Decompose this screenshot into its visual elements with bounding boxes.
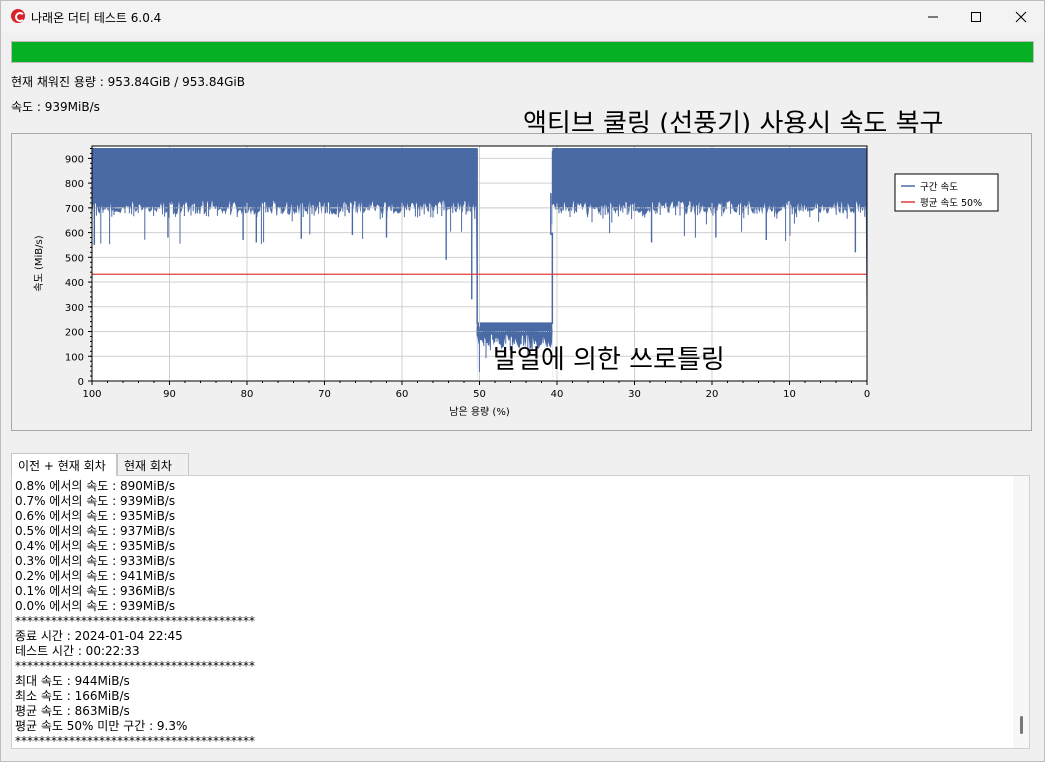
log-line: 종료 시간 : 2024-01-04 22:45 xyxy=(15,629,183,643)
y-axis-label: 속도 (MiB/s) xyxy=(33,235,45,291)
x-tick-label: 60 xyxy=(396,389,409,400)
y-tick-label: 300 xyxy=(65,303,84,314)
close-icon xyxy=(1015,11,1027,23)
y-tick-label: 800 xyxy=(65,179,84,190)
speed-floor-mask xyxy=(92,200,478,381)
x-tick-label: 50 xyxy=(473,389,486,400)
maximize-icon xyxy=(971,12,981,22)
log-line: 0.7% 에서의 속도 : 939MiB/s xyxy=(15,494,176,508)
y-tick-label: 0 xyxy=(78,377,84,388)
chart-legend: 구간 속도평균 속도 50% xyxy=(894,173,999,212)
title-bar[interactable]: 나래온 더티 테스트 6.0.4 xyxy=(1,1,1044,33)
log-line: 최대 속도 : 944MiB/s xyxy=(15,674,130,688)
x-tick-label: 40 xyxy=(551,389,564,400)
progress-fill xyxy=(12,42,1033,62)
log-scroll-thumb[interactable] xyxy=(1020,716,1023,734)
test-progress-bar xyxy=(11,41,1034,63)
log-line: 0.6% 에서의 속도 : 935MiB/s xyxy=(15,509,176,523)
log-line: 테스트 시간 : 00:22:33 xyxy=(15,644,140,658)
tab-previous-and-current[interactable]: 이전 + 현재 회차 xyxy=(11,453,117,476)
x-tick-label: 100 xyxy=(82,389,101,400)
log-line: **************************************** xyxy=(15,659,255,673)
x-tick-label: 70 xyxy=(318,389,331,400)
close-button[interactable] xyxy=(998,1,1044,33)
log-textbox[interactable]: 0.8% 에서의 속도 : 890MiB/s 0.7% 에서의 속도 : 939M… xyxy=(11,475,1030,749)
log-line: 최소 속도 : 166MiB/s xyxy=(15,689,130,703)
y-tick-label: 900 xyxy=(65,154,84,165)
y-tick-label: 200 xyxy=(65,328,84,339)
x-tick-label: 20 xyxy=(706,389,719,400)
log-line: **************************************** xyxy=(15,734,255,748)
x-tick-label: 10 xyxy=(783,389,796,400)
log-line: 평균 속도 50% 미만 구간 : 9.3% xyxy=(15,719,188,733)
tab-current[interactable]: 현재 회차 xyxy=(117,453,189,475)
log-lines: 0.8% 에서의 속도 : 890MiB/s 0.7% 에서의 속도 : 939M… xyxy=(15,479,255,748)
x-tick-label: 0 xyxy=(864,389,870,400)
speed-label: 속도 : 939MiB/s xyxy=(11,100,100,114)
y-tick-label: 700 xyxy=(65,204,84,215)
y-tick-label: 100 xyxy=(65,352,84,363)
log-line: 0.3% 에서의 속도 : 933MiB/s xyxy=(15,554,176,568)
log-line: 0.5% 에서의 속도 : 937MiB/s xyxy=(15,524,176,538)
window-title: 나래온 더티 테스트 6.0.4 xyxy=(31,11,162,25)
log-line: 0.8% 에서의 속도 : 890MiB/s xyxy=(15,479,176,493)
annotation-throttling: 발열에 의한 쓰로틀링 xyxy=(493,345,725,375)
y-tick-label: 400 xyxy=(65,278,84,289)
legend-label: 구간 속도 xyxy=(920,182,958,193)
y-tick-label: 500 xyxy=(65,253,84,264)
minimize-icon xyxy=(928,16,938,18)
log-scrollbar[interactable] xyxy=(1013,476,1029,748)
log-line: **************************************** xyxy=(15,614,255,628)
log-line: 0.0% 에서의 속도 : 939MiB/s xyxy=(15,599,176,613)
speed-chart-panel: 0 100 200 300 400 500 600 700 800 900 100 90 80 70 60 5… xyxy=(11,133,1032,431)
log-line: 0.2% 에서의 속도 : 941MiB/s xyxy=(15,569,176,583)
y-tick-label: 600 xyxy=(65,229,84,240)
x-tick-label: 80 xyxy=(241,389,254,400)
minimize-button[interactable] xyxy=(910,1,956,33)
x-axis-label: 남은 용량 (%) xyxy=(449,406,510,418)
log-line: 0.4% 에서의 속도 : 935MiB/s xyxy=(15,539,176,553)
app-logo-icon xyxy=(11,9,25,23)
x-tick-label: 90 xyxy=(163,389,176,400)
app-window: 나래온 더티 테스트 6.0.4 현재 채워진 용량 : 953.84GiB /… xyxy=(0,0,1045,762)
log-line: 0.1% 에서의 속도 : 936MiB/s xyxy=(15,584,176,598)
x-tick-label: 30 xyxy=(628,389,641,400)
maximize-button[interactable] xyxy=(953,1,999,33)
capacity-label: 현재 채워진 용량 : 953.84GiB / 953.84GiB xyxy=(11,75,245,89)
legend-label: 평균 속도 50% xyxy=(920,198,982,209)
speed-chart: 0100200300400500600700800900100 90 80 70 60 5… xyxy=(33,145,999,418)
log-line: 평균 속도 : 863MiB/s xyxy=(15,704,130,718)
